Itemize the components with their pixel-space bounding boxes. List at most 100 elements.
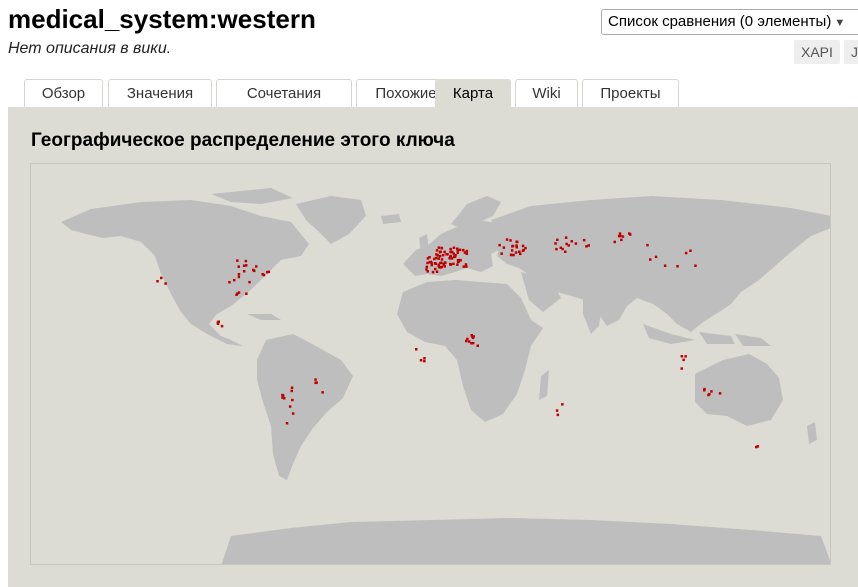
map-point [582,238,586,242]
map-point [237,265,240,268]
map-point [443,250,446,254]
map-point [620,238,623,242]
map-point [288,405,292,408]
map-point [505,238,509,241]
map-point [439,250,442,253]
map-point [452,246,456,249]
map-point [555,247,558,251]
tab-values[interactable]: Значения [108,79,212,107]
map-point [574,242,578,245]
map-point [680,367,683,370]
map-point [453,255,457,258]
map-point [216,322,220,325]
tab-overview[interactable]: Обзор [24,79,103,107]
map-point [555,409,559,412]
map-point [564,250,567,253]
map-point [449,263,453,266]
map-point [428,260,432,264]
tab-wiki[interactable]: Wiki [515,79,578,107]
map-point [237,275,241,279]
map-point [682,358,685,362]
map-point [463,251,467,254]
map-point [433,262,437,265]
map-point [567,244,570,247]
map-point [419,359,423,362]
tab-projects[interactable]: Проекты [582,79,679,107]
map-point [415,348,418,351]
map-point [442,262,445,266]
map-point [556,238,559,242]
map-point [472,335,475,338]
map-point [315,381,318,384]
page-title: medical_system:western [8,4,316,34]
map-point [554,242,557,245]
map-point [233,278,236,282]
map-point [449,254,452,258]
map-point [646,243,649,247]
map-point [228,281,231,284]
xapi-button[interactable]: XAPI [794,40,840,64]
map-point [423,357,426,360]
map-point [426,257,430,260]
map-point [160,276,163,280]
map-point [456,251,459,255]
map-point [628,232,631,235]
tab-combinations[interactable]: Сочетания [216,79,352,107]
map-point [439,266,442,269]
map-point [587,244,590,247]
map-point [570,240,573,243]
map-point [156,280,159,283]
josm-button[interactable]: J [844,40,858,64]
map-point [244,259,248,263]
map-point [242,270,246,273]
map-point [423,359,426,363]
map-point [521,249,525,252]
map-point [618,232,622,235]
map-point [425,265,429,269]
map-point [237,291,241,294]
map-point [283,397,286,400]
map-point [585,245,588,248]
map-point [321,391,324,394]
map-point [440,258,444,261]
map-point [564,236,568,239]
map-point [502,246,506,249]
continents [61,188,830,564]
map-point [456,249,459,252]
map-point [649,258,652,261]
map-point [164,282,167,285]
map-point [515,244,518,247]
map-point [710,390,713,393]
map-point [621,235,625,238]
map-point [462,248,465,252]
map-point [703,389,706,392]
map-point [509,239,512,242]
map-heading: Географическое распределение этого ключа [31,130,455,151]
map-point [255,265,258,268]
map-point [462,265,465,268]
dropdown-arrow-icon: ▼ [834,17,846,29]
map-point [613,240,616,244]
map-panel: Географическое распределение этого ключа [8,107,858,587]
map-point [236,259,239,262]
map-point [470,342,473,345]
map-point [561,247,564,251]
map-point [518,250,521,253]
map-point [314,378,317,381]
map-point [220,324,224,328]
map-point [498,243,501,247]
map-point [435,270,439,273]
compare-list-select[interactable]: Список сравнения (0 элементы) ▼ [601,9,858,35]
map-point [467,340,471,343]
map-point [680,355,684,358]
map-point [437,246,441,249]
world-map[interactable] [30,163,831,565]
tab-map[interactable]: Карта [435,79,511,107]
map-point [434,267,437,271]
map-point [458,248,462,252]
map-point [449,247,452,251]
map-point [708,392,711,396]
map-point [245,292,248,295]
key-description: Нет описания в вики. [8,40,172,57]
map-point [441,253,445,257]
